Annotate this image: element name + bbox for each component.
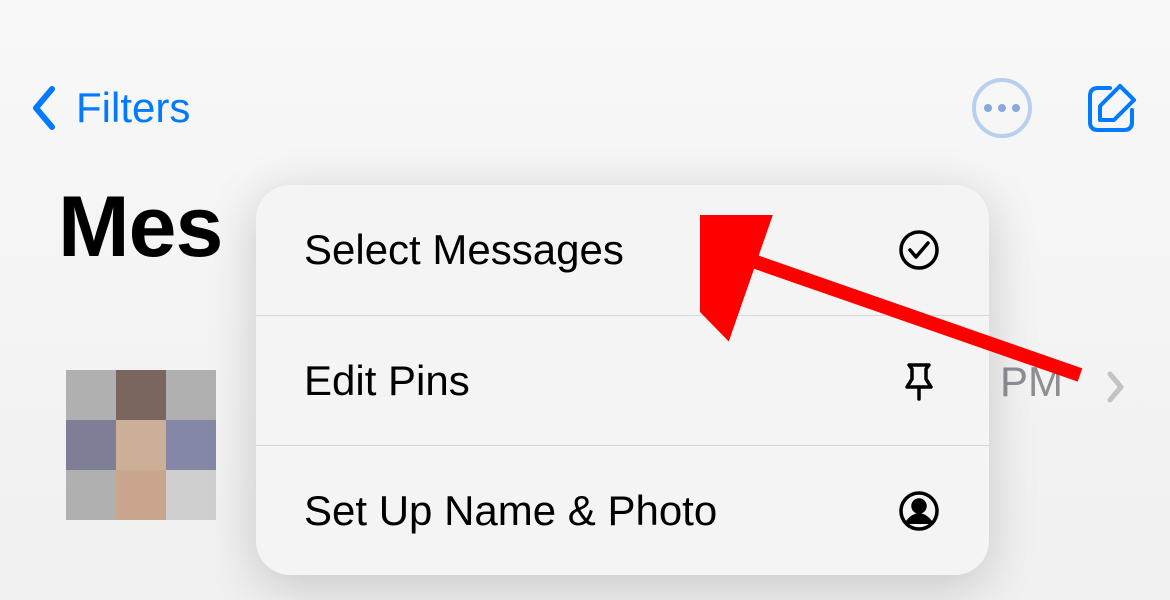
compose-button[interactable] (1084, 80, 1140, 136)
chevron-right-icon (1106, 370, 1126, 404)
context-menu: Select Messages Edit Pins Set Up Name & … (256, 185, 989, 575)
ellipsis-icon (984, 104, 1020, 112)
avatar[interactable] (66, 370, 216, 520)
menu-item-label: Edit Pins (304, 357, 470, 405)
menu-item-select-messages[interactable]: Select Messages (256, 185, 989, 315)
more-button[interactable] (972, 78, 1032, 138)
menu-item-setup-name-photo[interactable]: Set Up Name & Photo (256, 445, 989, 575)
timestamp: PM (1000, 358, 1063, 406)
chevron-left-icon (30, 85, 58, 131)
person-circle-icon (897, 489, 941, 533)
back-button[interactable]: Filters (30, 84, 190, 132)
menu-item-edit-pins[interactable]: Edit Pins (256, 315, 989, 445)
menu-item-label: Set Up Name & Photo (304, 487, 717, 535)
compose-icon (1086, 82, 1138, 134)
menu-item-label: Select Messages (304, 226, 624, 274)
checkmark-circle-icon (897, 228, 941, 272)
back-label: Filters (76, 84, 190, 132)
pin-icon (897, 359, 941, 403)
